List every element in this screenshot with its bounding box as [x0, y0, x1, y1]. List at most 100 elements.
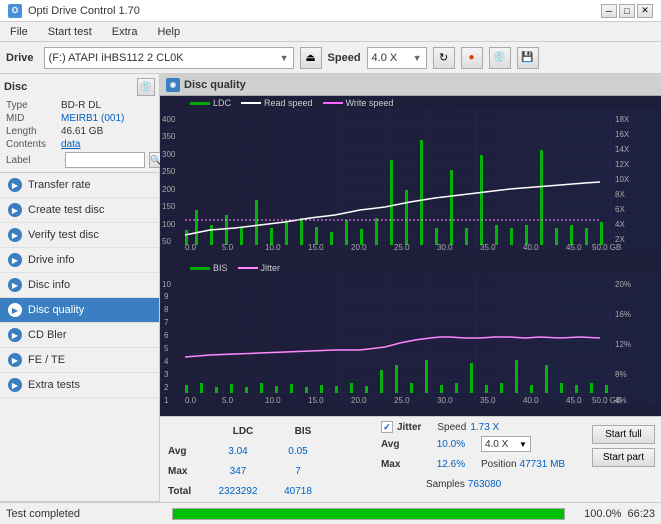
samples-val: 763080 [468, 479, 501, 490]
stats-speed-select-text: 4.0 X [485, 439, 519, 450]
progress-bar-fill [173, 509, 564, 519]
ldc-legend-label: LDC [213, 98, 231, 108]
length-label: Length [6, 126, 61, 137]
minimize-button[interactable]: ─ [601, 4, 617, 18]
time-elapsed: 66:23 [627, 508, 655, 520]
samples-row: Samples 763080 [426, 475, 580, 493]
chart-bottom-legend: BIS Jitter [160, 261, 661, 275]
menubar: File Start test Extra Help [0, 22, 661, 42]
toolbar-btn-2[interactable]: 💿 [489, 47, 511, 69]
disc-quality-panel-icon: ◉ [166, 78, 180, 92]
bis-legend-label: BIS [213, 263, 228, 273]
svg-text:45.0: 45.0 [566, 243, 582, 250]
transfer-rate-icon: ▶ [8, 178, 22, 192]
svg-text:16X: 16X [615, 130, 630, 139]
label-input[interactable] [65, 152, 145, 168]
sidebar-item-fe-te[interactable]: ▶ FE / TE [0, 348, 159, 373]
svg-text:350: 350 [162, 132, 176, 141]
svg-text:12X: 12X [615, 160, 630, 169]
avg-bis: 0.05 [268, 446, 328, 457]
disc-icon-btn[interactable]: 💿 [137, 78, 155, 96]
svg-text:3: 3 [164, 370, 169, 379]
disc-label-row: Label 🔍 [4, 152, 155, 168]
jitter-legend-label: Jitter [261, 263, 281, 273]
sidebar-item-disc-quality[interactable]: ▶ Disc quality [0, 298, 159, 323]
stats-max-row: Max 347 7 [168, 461, 367, 481]
sidebar-item-disc-info[interactable]: ▶ Disc info [0, 273, 159, 298]
svg-text:18X: 18X [615, 115, 630, 124]
stats-total-row: Total 2323292 40718 [168, 481, 367, 501]
start-full-button[interactable]: Start full [592, 425, 655, 444]
menu-file[interactable]: File [4, 25, 34, 39]
sidebar-item-cd-bler[interactable]: ▶ CD Bler [0, 323, 159, 348]
fe-te-icon: ▶ [8, 353, 22, 367]
burn-icon: ● [469, 52, 475, 63]
disc-btn-icon: 💿 [140, 82, 152, 93]
ldc-color [190, 102, 210, 105]
stats-table: LDC BIS Avg 3.04 0.05 Max 347 7 Total 23… [160, 417, 375, 506]
svg-text:5: 5 [164, 344, 169, 353]
svg-text:5.0: 5.0 [222, 243, 234, 250]
stats-speed-select[interactable]: 4.0 X ▼ [481, 436, 531, 452]
chart-bottom: BIS Jitter 10 9 8 7 6 [160, 261, 661, 416]
write-speed-legend-label: Write speed [346, 98, 394, 108]
legend-bis: BIS [190, 263, 228, 273]
max-bis: 7 [268, 466, 328, 477]
svg-text:15.0: 15.0 [308, 396, 324, 405]
maximize-button[interactable]: □ [619, 4, 635, 18]
drivebar: Drive (F:) ATAPI iHBS112 2 CL0K ▼ ⏏ Spee… [0, 42, 661, 74]
read-speed-color [241, 102, 261, 104]
speed-select-row: 4.0 X ▼ [481, 436, 531, 452]
sidebar-item-drive-info[interactable]: ▶ Drive info [0, 248, 159, 273]
position-row: Position 47731 MB [481, 459, 565, 470]
total-label: Total [168, 486, 208, 497]
eject-button[interactable]: ⏏ [300, 47, 322, 69]
svg-text:45.0: 45.0 [566, 396, 582, 405]
svg-text:9: 9 [164, 292, 169, 301]
sidebar-item-transfer-rate[interactable]: ▶ Transfer rate [0, 173, 159, 198]
disc-header: Disc 💿 [4, 78, 155, 96]
sidebar-item-verify-test-disc[interactable]: ▶ Verify test disc [0, 223, 159, 248]
sidebar-item-create-test-disc[interactable]: ▶ Create test disc [0, 198, 159, 223]
jitter-checkbox[interactable]: ✓ [381, 421, 393, 433]
chart-top: LDC Read speed Write speed [160, 96, 661, 261]
close-button[interactable]: ✕ [637, 4, 653, 18]
stats-avg-row: Avg 3.04 0.05 [168, 441, 367, 461]
contents-value[interactable]: data [61, 139, 80, 150]
drive-select[interactable]: (F:) ATAPI iHBS112 2 CL0K ▼ [44, 47, 294, 69]
svg-text:5.0: 5.0 [222, 396, 234, 405]
drive-dropdown-icon: ▼ [280, 53, 289, 63]
svg-text:14X: 14X [615, 145, 630, 154]
save-icon: 💾 [521, 52, 533, 63]
avg-label: Avg [168, 446, 208, 457]
sidebar-item-extra-tests[interactable]: ▶ Extra tests [0, 373, 159, 398]
start-part-button[interactable]: Start part [592, 448, 655, 467]
svg-text:8%: 8% [615, 370, 627, 379]
sidebar-item-label: Extra tests [28, 379, 80, 391]
chart-top-legend: LDC Read speed Write speed [160, 96, 661, 110]
svg-text:10X: 10X [615, 175, 630, 184]
menu-help[interactable]: Help [151, 25, 186, 39]
menu-start-test[interactable]: Start test [42, 25, 98, 39]
refresh-button[interactable]: ↻ [433, 47, 455, 69]
stats-speed-dropdown-icon: ▼ [519, 440, 527, 449]
cd-bler-icon: ▶ [8, 328, 22, 342]
save-button[interactable]: 💾 [517, 47, 539, 69]
jitter-avg-val: 10.0% [421, 439, 481, 450]
read-speed-legend-label: Read speed [264, 98, 313, 108]
disc-contents-row: Contents data [4, 139, 155, 150]
total-bis: 40718 [268, 486, 328, 497]
create-test-disc-icon: ▶ [8, 203, 22, 217]
legend-ldc: LDC [190, 98, 231, 108]
progress-percent: 100.0% [571, 508, 621, 520]
sidebar: Disc 💿 Type BD-R DL MID MEIRB1 (001) Len… [0, 74, 160, 524]
stats-col-ldc: LDC [213, 426, 273, 437]
app-icon: O [8, 4, 22, 18]
svg-text:10: 10 [162, 280, 171, 289]
toolbar-btn-1[interactable]: ● [461, 47, 483, 69]
speed-select[interactable]: 4.0 X ▼ [367, 47, 427, 69]
svg-text:20%: 20% [615, 280, 631, 289]
speed-key: Speed [437, 422, 466, 433]
legend-jitter: Jitter [238, 263, 281, 273]
menu-extra[interactable]: Extra [106, 25, 144, 39]
